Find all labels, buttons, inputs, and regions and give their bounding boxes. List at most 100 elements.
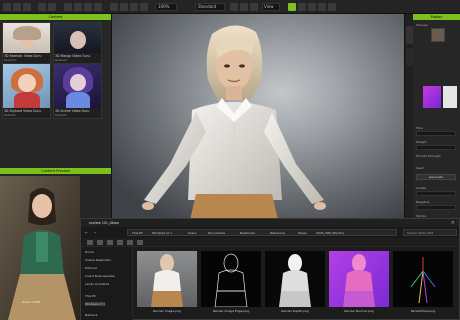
save-icon[interactable] xyxy=(23,3,31,11)
forward-icon[interactable]: → xyxy=(93,230,96,235)
explorer-command-bar xyxy=(81,238,459,247)
search-placeholder: Search 2024_WM xyxy=(407,231,433,235)
row-label: Prompt Strength xyxy=(416,154,441,158)
redo-icon[interactable] xyxy=(48,3,56,11)
move-icon[interactable] xyxy=(74,3,82,11)
normal-map-thumbnail[interactable] xyxy=(423,86,441,108)
properties-tab-label: Preview xyxy=(416,23,428,27)
explorer-address-bar: ← → This PC Windows (C:) Users Documents… xyxy=(81,227,459,238)
mode-label: Standard xyxy=(198,4,217,9)
sidebar-item-videos[interactable]: Videos Respirator xyxy=(85,258,111,262)
settings-icon[interactable] xyxy=(318,3,326,11)
path-segment[interactable]: Windows (C:) xyxy=(152,231,172,235)
play-icon[interactable] xyxy=(230,3,238,11)
explorer-sidebar: Home Videos Respirator Pictures Lookd Bu… xyxy=(81,247,133,320)
content-preview-image: Gown Outfit xyxy=(0,176,80,320)
screenshot-icon[interactable] xyxy=(308,3,316,11)
new-icon[interactable] xyxy=(87,240,93,245)
path-segment[interactable]: Users xyxy=(188,231,196,235)
render-icon[interactable] xyxy=(130,3,138,11)
file-item[interactable]: RenderPose.png xyxy=(393,251,453,313)
explorer-titlebar: explore 101_cBase × xyxy=(81,219,459,227)
file-thumbnail xyxy=(329,251,389,307)
open-icon[interactable] xyxy=(13,3,21,11)
sidebar-item-home[interactable]: Home xyxy=(85,250,94,254)
card-thumbnail xyxy=(54,64,101,108)
row-label: Negative xyxy=(416,200,430,204)
content-card[interactable]: 3D Stylized Video Guru Realistic xyxy=(2,63,51,119)
card-subtitle: Realistic xyxy=(4,113,17,117)
cut-icon[interactable] xyxy=(97,240,103,245)
depth-map-thumbnail[interactable] xyxy=(443,86,457,108)
address-field[interactable]: This PC Windows (C:) Users Documents Rea… xyxy=(127,229,397,236)
grid-icon[interactable] xyxy=(140,3,148,11)
search-field[interactable]: Search 2024_WM xyxy=(403,229,457,236)
row-label: Weight xyxy=(416,140,427,144)
rotate-icon[interactable] xyxy=(84,3,92,11)
ai-render-icon[interactable] xyxy=(288,3,296,11)
file-thumbnail xyxy=(201,251,261,307)
zoom-value: 100% xyxy=(158,4,170,9)
sidebar-item-drive[interactable]: Windows (C:) xyxy=(85,302,105,306)
content-preview-header: Content Preview xyxy=(0,168,111,174)
select-icon[interactable] xyxy=(64,3,72,11)
back-icon[interactable]: ← xyxy=(85,230,88,235)
path-segment[interactable]: 2024_WM_SD(cfw) xyxy=(316,231,344,235)
sidebar-item-pictures[interactable]: Pictures xyxy=(85,266,97,270)
scale-icon[interactable] xyxy=(94,3,102,11)
path-segment[interactable]: Reallusion xyxy=(240,231,255,235)
snap-icon[interactable] xyxy=(298,3,306,11)
file-item[interactable]: Render Normal.png xyxy=(329,251,389,313)
file-explorer-window: explore 101_cBase × ← → This PC Windows … xyxy=(80,218,460,320)
generate-button[interactable]: Generate xyxy=(416,174,456,180)
tab-preview[interactable] xyxy=(406,48,413,66)
card-thumbnail xyxy=(54,23,101,53)
close-icon[interactable]: × xyxy=(451,220,455,226)
card-thumbnail xyxy=(3,64,50,108)
copy-icon[interactable] xyxy=(107,240,113,245)
camera-icon[interactable] xyxy=(110,3,118,11)
explorer-title: explore 101_cBase xyxy=(89,221,120,225)
content-card[interactable]: 3D Realistic Video Guru Realistic xyxy=(2,22,51,64)
stop-icon[interactable] xyxy=(240,3,248,11)
rename-icon[interactable] xyxy=(127,240,133,245)
path-segment[interactable]: Reference xyxy=(270,231,285,235)
file-item[interactable]: Render Image Edge.png xyxy=(201,251,261,313)
file-name: Render Normal.png xyxy=(344,309,374,313)
content-card[interactable]: 3D Manga Video Guru Realistic xyxy=(53,22,102,64)
card-thumbnail xyxy=(3,23,50,53)
file-item[interactable]: Render Image.png xyxy=(137,251,197,313)
delete-icon[interactable] xyxy=(137,240,143,245)
menu-icon[interactable] xyxy=(3,3,11,11)
sidebar-item-folder[interactable]: Lookd Businessidae xyxy=(85,274,115,278)
undo-icon[interactable] xyxy=(38,3,46,11)
preview-footer-label: Gown Outfit xyxy=(22,300,40,304)
file-name: Render Image.png xyxy=(153,309,181,313)
properties-header: Motion xyxy=(413,14,460,20)
camera-label: View xyxy=(264,4,274,9)
sidebar-item-network[interactable]: Network xyxy=(85,313,98,317)
weight-field[interactable] xyxy=(416,145,456,150)
help-icon[interactable] xyxy=(328,3,336,11)
path-segment[interactable]: This PC xyxy=(132,231,143,235)
file-name: Render Image Edge.png xyxy=(212,309,250,313)
sidebar-item-folder[interactable]: Lands Animated xyxy=(85,282,109,286)
row-label: Seed xyxy=(416,166,424,170)
file-thumbnail xyxy=(393,251,453,307)
card-subtitle: Realistic xyxy=(55,113,68,117)
negative-field[interactable] xyxy=(416,205,456,210)
style-thumbnail[interactable] xyxy=(431,28,445,42)
tab-motion[interactable] xyxy=(406,26,413,44)
create-field[interactable] xyxy=(416,191,456,196)
loop-icon[interactable] xyxy=(250,3,258,11)
light-icon[interactable] xyxy=(120,3,128,11)
file-name: RenderPose.png xyxy=(410,309,436,313)
file-item[interactable]: Render Depth.png xyxy=(265,251,325,313)
content-card[interactable]: 3D Anime Video Guru Realistic xyxy=(53,63,102,119)
3d-viewport[interactable] xyxy=(112,14,404,220)
path-segment[interactable]: Documents xyxy=(208,231,225,235)
paste-icon[interactable] xyxy=(117,240,123,245)
path-segment[interactable]: Poses xyxy=(298,231,307,235)
sidebar-item-this-pc[interactable]: This PC xyxy=(85,294,96,298)
flow-field[interactable] xyxy=(416,131,456,136)
